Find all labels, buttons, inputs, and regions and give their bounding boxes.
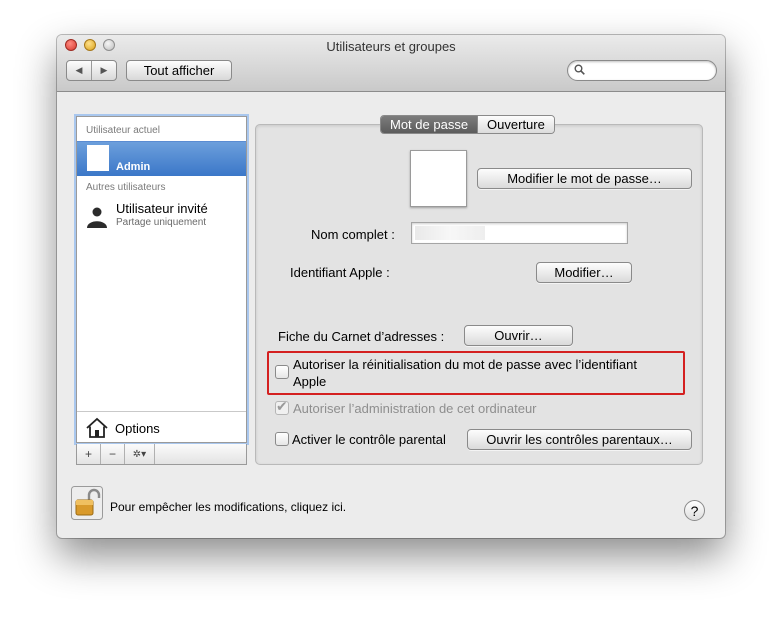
change-password-button[interactable]: Modifier le mot de passe… [477,168,692,189]
forward-button[interactable]: ▶ [92,61,116,80]
remove-user-button[interactable]: − [101,444,125,464]
back-button[interactable]: ◀ [67,61,92,80]
user-name-guest[interactable]: Utilisateur invité [116,201,208,216]
full-name-label: Nom complet : [311,227,395,242]
help-button[interactable]: ? [684,500,705,521]
parental-controls-checkbox[interactable] [275,432,289,446]
tab-bar: Mot de passe Ouverture [380,115,555,134]
allow-admin-label: Autoriser l’administration de cet ordina… [293,401,537,416]
allow-admin-checkbox[interactable]: ✔ [275,398,289,415]
tab-password[interactable]: Mot de passe [381,116,478,133]
user-list-toolbar: + − ✲▾ [76,444,247,465]
user-name-admin: Admin [116,161,151,173]
apple-id-label: Identifiant Apple : [290,265,390,280]
checkmark-icon: ✔ [276,398,288,414]
allow-reset-checkbox[interactable] [275,365,289,379]
allow-reset-label-line1: Autoriser la réinitialisation du mot de … [293,357,637,372]
search-icon [574,64,585,75]
full-name-field[interactable] [411,222,628,244]
action-menu-button[interactable]: ✲▾ [125,444,155,464]
show-all-button[interactable]: Tout afficher [126,60,232,81]
address-book-open-button[interactable]: Ouvrir… [464,325,573,346]
parental-controls-label: Activer le contrôle parental [292,432,446,447]
search-field[interactable] [567,60,717,81]
user-row-admin[interactable]: Admin [77,141,246,176]
options-label: Options [115,421,160,436]
address-book-label: Fiche du Carnet d’adresses : [278,329,445,344]
login-options-item[interactable]: Options [77,411,246,443]
apple-id-change-button[interactable]: Modifier… [536,262,632,283]
guest-user-icon [87,207,107,228]
allow-reset-label-line2: Apple [293,374,327,389]
user-list[interactable]: Utilisateur actuel Admin Autres utilisat… [76,116,247,443]
house-icon [86,417,108,438]
current-user-header: Utilisateur actuel [86,125,160,136]
back-forward-control: ◀ ▶ [66,60,117,81]
window-title: Utilisateurs et groupes [326,39,456,54]
lock-icon[interactable] [71,486,103,520]
other-users-header: Autres utilisateurs [86,182,166,193]
avatar [87,145,109,171]
lock-message[interactable]: Pour empêcher les modifications, cliquez… [110,500,346,514]
tab-login-items[interactable]: Ouverture [477,116,554,133]
preferences-window: Utilisateurs et groupes ◀ ▶ Tout affiche… [57,35,725,538]
add-user-button[interactable]: + [77,444,101,464]
full-name-value [415,226,485,240]
user-picture[interactable] [410,150,467,207]
open-parental-controls-button[interactable]: Ouvrir les contrôles parentaux… [467,429,692,450]
title-bar: Utilisateurs et groupes ◀ ▶ Tout affiche… [57,35,725,92]
user-subtitle-guest: Partage uniquement [116,217,207,228]
